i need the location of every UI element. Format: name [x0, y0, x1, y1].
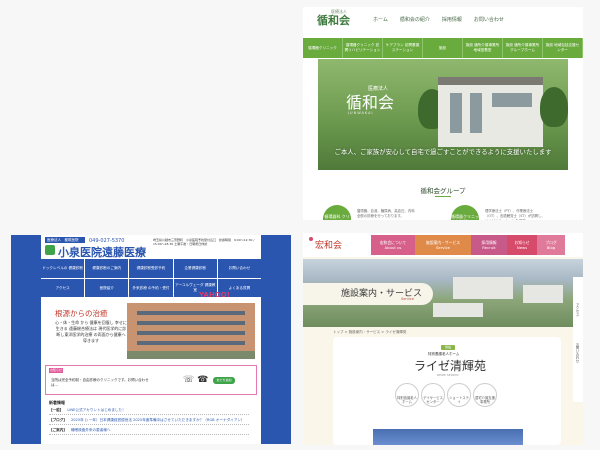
side-panel: [573, 277, 583, 402]
tree-graphic: [540, 87, 568, 127]
tab-blog[interactable]: ブログ Blog: [537, 235, 565, 255]
service-nav-item[interactable]: 施設 通所介護事業所 グループホーム: [503, 38, 543, 58]
tab-recruit[interactable]: 採用情報 Recruit: [471, 235, 507, 255]
rehab-circle-link[interactable]: 循環器クリニック 訪問リハ: [451, 205, 479, 220]
nav-recruit[interactable]: 採用情報: [442, 16, 462, 23]
service-nav-item[interactable]: 施設: [423, 38, 463, 58]
nav-item[interactable]: 健康診断受診予約: [129, 259, 173, 278]
building-photo: [373, 429, 523, 445]
service-nav-item[interactable]: 施設 地域包括支援センター: [543, 38, 583, 58]
kowakai-site: 宏和会 宏和会について About us 施設案内・サービス Service 採用情…: [303, 233, 583, 445]
notice-badge: お知らせ: [49, 368, 63, 373]
feature-icon[interactable]: ショートステイ: [447, 383, 471, 407]
nav-about[interactable]: 循和会の紹介: [400, 16, 430, 23]
news-item[interactable]: 【ご案内】 睡眠検査外来の患者様へ: [49, 426, 249, 435]
side-link-access[interactable]: アクセス: [575, 303, 580, 316]
service-nav-item[interactable]: ケアプラン 訪問看護ステーション: [383, 38, 423, 58]
koizumi-clinic-site: 医療法人 都筑医院 049-027-5370 小泉医院遠藤医療 埼玉県川越市三芳…: [11, 235, 291, 444]
screenshot-collage: 医療法人 循和会 ホーム 循和会の紹介 採用情報 お問い合わせ 循環器クリニック…: [0, 0, 600, 450]
phone-fax-icons: ☏ ☎: [183, 375, 209, 385]
yahoo-search-logo[interactable]: YAHOO!: [199, 291, 230, 299]
category-badge: 施設: [441, 345, 455, 350]
group-title: 循和会グループ: [420, 187, 466, 195]
utility-links[interactable]: サイトマップ よくある質問 その他の方はこちら: [101, 293, 182, 298]
breadcrumb[interactable]: トップ > 施設案内・サービス > ライゼ清輝苑: [333, 330, 406, 335]
org-badge: 医療法人 都筑医院: [45, 237, 85, 243]
nav-home[interactable]: ホーム: [373, 16, 388, 23]
side-link-contact[interactable]: お問い合わせ: [575, 343, 580, 363]
clinic-building-photo: [127, 303, 255, 359]
line-add-friend-button[interactable]: 友だち追加: [213, 377, 235, 384]
hero-banner: 医療法人 循和会 JUNWAKAI ご本人、ご家族が安心して自宅で過ごすことがで…: [318, 59, 568, 170]
news-item[interactable]: 【一般】 LINE公式アカウントはじめました！: [49, 406, 249, 415]
service-nav-item[interactable]: 循環器クリニック 訪問リハビリテーション: [343, 38, 383, 58]
nav-item[interactable]: お問い合わせ: [217, 259, 261, 278]
hero-message: ご本人、ご家族が安心して自宅で過ごすことができるように支援いたします: [334, 148, 552, 156]
hero-roman: JUNWAKAI: [348, 111, 374, 115]
tab-news[interactable]: お知らせ News: [507, 235, 537, 255]
tab-about[interactable]: 宏和会について About us: [371, 235, 415, 255]
hero-text: 心・体・生命 から 健康を回復し 幸せに生きる 遠藤総合療法は 現代医学的に診断…: [55, 320, 127, 343]
divider: [435, 196, 451, 197]
nav-item[interactable]: アクセス: [41, 278, 85, 297]
rehab-description: 理学療法士（PT）、作業療法士（OT）、言語聴覚士（ST）が訪問し、リハビリテー…: [485, 209, 545, 220]
tab-service[interactable]: 施設案内・サービス Service: [415, 235, 471, 255]
hero-title: 循和会: [346, 93, 395, 112]
clinic-circle-link[interactable]: 循環器科 クリニック: [323, 205, 351, 220]
news-item[interactable]: 【ブログ】 2025年 () 一年）日本健康経営優良法 2025年度準備中はさせ…: [49, 416, 249, 425]
nav-item[interactable]: 健康診断のご案内: [85, 259, 129, 278]
notice-text: 当院は完全予約制・自由診療のクリニックです。お問い合わせは…: [51, 378, 149, 387]
clinic-logo-icon: [45, 245, 55, 255]
junwakai-site: 医療法人 循和会 ホーム 循和会の紹介 採用情報 お問い合わせ 循環器クリニック…: [303, 7, 583, 220]
main-nav-tabs: 宏和会について About us 施設案内・サービス Service 採用情報 Rec…: [371, 235, 565, 255]
feature-icon[interactable]: 特別養護老人ホーム: [395, 383, 419, 407]
logo-mark-icon: [309, 237, 313, 241]
service-nav-item[interactable]: 施設 通所介護事業所 地域密着型: [463, 38, 503, 58]
nav-item[interactable]: ドックレベルの 健康診断: [41, 259, 85, 278]
nav-item[interactable]: 企業健康診断: [173, 259, 217, 278]
address-text: 埼玉県川越市三芳野町 小泉医院予約受付窓口 診療時間 9:00〜12:30 / …: [153, 238, 255, 246]
hero-title: 根源からの治癒: [55, 309, 108, 318]
facility-name: ライゼ清輝苑: [414, 359, 487, 373]
service-nav-item[interactable]: 循環器クリニック: [303, 38, 343, 58]
nav-contact[interactable]: お問い合わせ: [474, 16, 504, 23]
page-subtitle: Service: [401, 297, 414, 301]
clinic-description: 循環器、血液、糖尿病、高血圧、内科全般の診療を行っております。: [357, 209, 415, 218]
feature-icon[interactable]: デイサービスセンター: [421, 383, 445, 407]
top-nav: ホーム 循和会の紹介 採用情報 お問い合わせ: [373, 16, 504, 23]
service-nav-bar: 循環器クリニック 循環器クリニック 訪問リハビリテーション ケアプラン 訪問看護…: [303, 38, 583, 58]
site-logo[interactable]: 循和会: [317, 12, 350, 28]
feature-icon[interactable]: 居宅介護支援事業所: [473, 383, 497, 407]
site-logo[interactable]: 宏和会: [315, 238, 342, 251]
facility-roman: REIZE SEIKIEN: [437, 373, 459, 377]
site-logo[interactable]: 小泉医院遠藤医療: [58, 244, 146, 260]
